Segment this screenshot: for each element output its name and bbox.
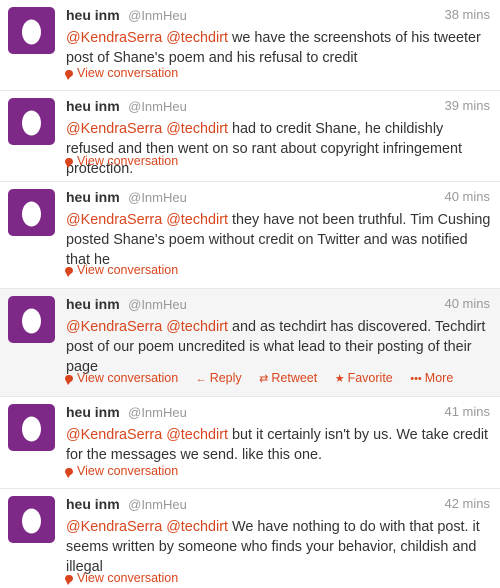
tweet-header: heu inm @InmHeu 40 mins — [66, 295, 490, 313]
tweet-text: @KendraSerra @techdirt We have nothing t… — [66, 517, 494, 577]
speech-bubble-icon — [65, 468, 73, 478]
view-conversation-label: View conversation — [77, 263, 179, 277]
mention-link[interactable]: @techdirt — [166, 319, 228, 335]
reply-button[interactable]: ← Reply — [196, 369, 242, 388]
egg-avatar-icon[interactable] — [8, 189, 55, 236]
mention-link[interactable]: @techdirt — [166, 30, 228, 46]
more-label: More — [424, 371, 454, 385]
user-handle[interactable]: @InmHeu — [128, 405, 187, 420]
user-handle[interactable]: @InmHeu — [128, 297, 187, 312]
mention-link[interactable]: @techdirt — [166, 427, 228, 443]
tweet-timestamp[interactable]: 40 mins — [444, 188, 490, 206]
user-handle[interactable]: @InmHeu — [128, 8, 187, 23]
tweet-item[interactable]: heu inm @InmHeu 41 mins @KendraSerra @te… — [0, 397, 500, 489]
user-fullname[interactable]: heu inm — [66, 296, 120, 312]
view-conversation-link[interactable]: View conversation — [65, 569, 178, 587]
tweet-timestamp[interactable]: 38 mins — [444, 6, 490, 24]
tweet-header: heu inm @InmHeu 42 mins — [66, 495, 490, 513]
user-fullname[interactable]: heu inm — [66, 404, 120, 420]
view-conversation-link[interactable]: View conversation — [65, 261, 178, 279]
speech-bubble-icon — [65, 70, 73, 80]
more-dots-icon: ••• — [410, 373, 422, 385]
tweet-actions: View conversation — [65, 152, 192, 170]
tweet-actions: View conversation — [65, 261, 192, 279]
speech-bubble-icon — [65, 158, 73, 168]
egg-avatar-icon[interactable] — [8, 496, 55, 543]
star-icon: ★ — [334, 373, 345, 385]
egg-avatar-icon[interactable] — [8, 98, 55, 145]
tweet-item[interactable]: heu inm @InmHeu 39 mins @KendraSerra @te… — [0, 91, 500, 182]
tweet-item[interactable]: heu inm @InmHeu 38 mins @KendraSerra @te… — [0, 0, 500, 91]
mention-link[interactable]: @techdirt — [166, 519, 228, 535]
tweet-actions: View conversation — [65, 569, 192, 587]
favorite-label: Favorite — [347, 371, 393, 385]
view-conversation-label: View conversation — [77, 464, 179, 478]
view-conversation-link[interactable]: View conversation — [65, 462, 178, 480]
speech-bubble-icon — [65, 575, 73, 585]
mention-link[interactable]: @KendraSerra — [66, 519, 162, 535]
tweet-header: heu inm @InmHeu 39 mins — [66, 97, 490, 115]
tweet-text: @KendraSerra @techdirt and as techdirt h… — [66, 317, 494, 377]
favorite-button[interactable]: ★ Favorite — [335, 369, 393, 388]
retweet-label: Retweet — [271, 371, 318, 385]
tweet-header: heu inm @InmHeu 38 mins — [66, 6, 490, 24]
more-button[interactable]: ••• More — [410, 369, 453, 388]
speech-bubble-icon — [65, 267, 73, 277]
user-fullname[interactable]: heu inm — [66, 98, 120, 114]
speech-bubble-icon — [65, 375, 73, 385]
view-conversation-label: View conversation — [77, 66, 179, 80]
retweet-icon: ⇄ — [259, 373, 269, 385]
view-conversation-label: View conversation — [77, 371, 179, 385]
user-handle[interactable]: @InmHeu — [128, 99, 187, 114]
tweet-timestamp[interactable]: 41 mins — [444, 403, 490, 421]
tweet-text: @KendraSerra @techdirt but it certainly … — [66, 425, 494, 465]
egg-avatar-icon[interactable] — [8, 296, 55, 343]
tweet-timestamp[interactable]: 42 mins — [444, 495, 490, 513]
user-handle[interactable]: @InmHeu — [128, 190, 187, 205]
mention-link[interactable]: @techdirt — [166, 212, 228, 228]
mention-link[interactable]: @KendraSerra — [66, 427, 162, 443]
view-conversation-label: View conversation — [77, 571, 179, 585]
view-conversation-label: View conversation — [77, 154, 179, 168]
mention-link[interactable]: @KendraSerra — [66, 319, 162, 335]
view-conversation-link[interactable]: View conversation — [65, 64, 178, 82]
tweet-actions: View conversation — [65, 462, 192, 480]
user-fullname[interactable]: heu inm — [66, 496, 120, 512]
egg-avatar-icon[interactable] — [8, 7, 55, 54]
tweet-actions: View conversation ← Reply ⇄ Retweet ★ Favor… — [65, 369, 453, 387]
user-fullname[interactable]: heu inm — [66, 7, 120, 23]
tweet-item[interactable]: heu inm @InmHeu 40 mins @KendraSerra @te… — [0, 289, 500, 397]
view-conversation-link[interactable]: View conversation — [65, 369, 178, 387]
tweet-item[interactable]: heu inm @InmHeu 42 mins @KendraSerra @te… — [0, 489, 500, 588]
retweet-button[interactable]: ⇄ Retweet — [259, 369, 317, 388]
tweet-timestamp[interactable]: 39 mins — [444, 97, 490, 115]
user-fullname[interactable]: heu inm — [66, 189, 120, 205]
user-handle[interactable]: @InmHeu — [128, 497, 187, 512]
mention-link[interactable]: @KendraSerra — [66, 121, 162, 137]
tweet-text: @KendraSerra @techdirt we have the scree… — [66, 28, 494, 68]
reply-arrow-icon: ← — [195, 373, 207, 385]
tweet-text: @KendraSerra @techdirt had to credit Sha… — [66, 119, 494, 179]
tweet-header: heu inm @InmHeu 40 mins — [66, 188, 490, 206]
egg-avatar-icon[interactable] — [8, 404, 55, 451]
tweet-item[interactable]: heu inm @InmHeu 40 mins @KendraSerra @te… — [0, 182, 500, 289]
tweet-actions: View conversation — [65, 64, 192, 82]
tweet-header: heu inm @InmHeu 41 mins — [66, 403, 490, 421]
reply-label: Reply — [209, 371, 242, 385]
tweet-timestamp[interactable]: 40 mins — [444, 295, 490, 313]
mention-link[interactable]: @KendraSerra — [66, 30, 162, 46]
view-conversation-link[interactable]: View conversation — [65, 152, 178, 170]
mention-link[interactable]: @KendraSerra — [66, 212, 162, 228]
mention-link[interactable]: @techdirt — [166, 121, 228, 137]
tweet-feed: heu inm @InmHeu 38 mins @KendraSerra @te… — [0, 0, 500, 588]
